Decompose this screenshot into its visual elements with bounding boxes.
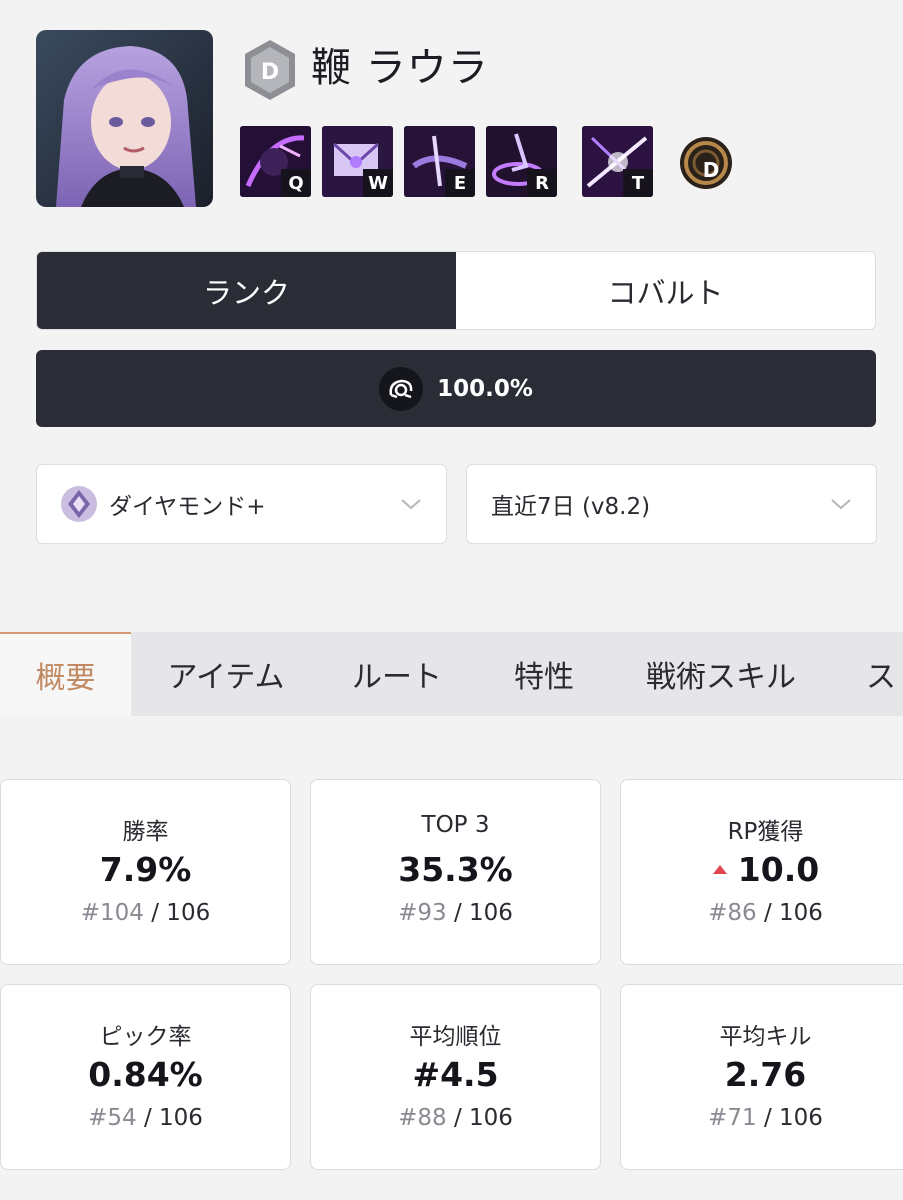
stat-label: 平均順位 <box>409 1024 502 1050</box>
chevron-down-icon <box>401 499 421 510</box>
stat-value: #4.5 <box>412 1055 499 1094</box>
stat-value: 10.0 <box>621 850 903 889</box>
tier-badge-icon: D <box>242 38 298 102</box>
tab-overview[interactable]: 概要 <box>0 632 131 716</box>
skill-e-icon[interactable]: E <box>404 126 475 197</box>
character-portrait <box>36 30 213 207</box>
stat-card-avg-kills: 平均キル 2.76 #71 / 106 <box>620 984 903 1170</box>
tab-route[interactable]: ルート <box>336 632 458 716</box>
skill-row: Q W E R T D <box>240 126 760 198</box>
section-tabs: 概要 アイテム ルート 特性 戦術スキル ス <box>0 632 903 716</box>
stat-value: 7.9% <box>99 850 192 889</box>
stat-value: 2.76 <box>724 1055 807 1094</box>
tab-items[interactable]: アイテム <box>150 632 302 716</box>
stat-label: TOP 3 <box>421 812 490 838</box>
period-value: 直近7日 (v8.2) <box>491 494 651 520</box>
stat-label: ピック率 <box>99 1024 192 1050</box>
weapon-letter: D <box>702 158 720 182</box>
skill-key: Q <box>281 169 311 197</box>
skill-q-icon[interactable]: Q <box>240 126 311 197</box>
tier-letter: D <box>261 60 279 85</box>
stat-value: 35.3% <box>398 850 513 889</box>
chevron-down-icon <box>831 499 851 510</box>
stat-card-winrate: 勝率 7.9% #104 / 106 <box>0 779 291 965</box>
character-name: 鞭 ラウラ <box>311 45 489 91</box>
skill-r-icon[interactable]: R <box>486 126 557 197</box>
trend-up-icon <box>712 865 727 874</box>
stat-card-top3: TOP 3 35.3% #93 / 106 <box>310 779 601 965</box>
rank-tier-value: ダイヤモンド+ <box>109 494 266 520</box>
stat-label: RP獲得 <box>727 819 804 845</box>
mode-rank-button[interactable]: ランク <box>37 252 456 329</box>
server-filter-icon <box>379 366 424 411</box>
weapon-mastery-icon[interactable]: D <box>680 137 732 189</box>
tab-traits[interactable]: 特性 <box>494 632 594 716</box>
skill-key: W <box>363 169 393 197</box>
stat-rank: #86 / 106 <box>708 900 823 926</box>
tab-tactical-skill[interactable]: 戦術スキル <box>630 632 812 716</box>
skill-key: R <box>527 169 557 197</box>
mode-cobalt-button[interactable]: コバルト <box>456 252 875 329</box>
skill-w-icon[interactable]: W <box>322 126 393 197</box>
server-filter-button[interactable]: 100.0% <box>36 350 876 427</box>
period-dropdown[interactable]: 直近7日 (v8.2) <box>466 464 877 544</box>
stat-value: 0.84% <box>88 1055 203 1094</box>
stat-rank: #88 / 106 <box>398 1105 513 1131</box>
mode-toggle: ランク コバルト <box>36 251 876 330</box>
diamond-rank-icon <box>61 486 97 522</box>
stat-rank: #93 / 106 <box>398 900 513 926</box>
stat-rank: #54 / 106 <box>88 1105 203 1131</box>
stat-label: 平均キル <box>719 1024 812 1050</box>
skill-key: T <box>623 169 653 197</box>
filter-percent: 100.0% <box>437 375 533 402</box>
stat-rank: #71 / 106 <box>708 1105 823 1131</box>
skill-key: E <box>445 169 475 197</box>
rank-tier-dropdown[interactable]: ダイヤモンド+ <box>36 464 447 544</box>
passive-t-icon[interactable]: T <box>582 126 653 197</box>
stat-card-rp-gain: RP獲得 10.0 #86 / 106 <box>620 779 903 965</box>
stat-card-avg-placement: 平均順位 #4.5 #88 / 106 <box>310 984 601 1170</box>
stat-rank: #104 / 106 <box>80 900 211 926</box>
stat-label: 勝率 <box>122 819 169 845</box>
tab-more[interactable]: ス <box>850 632 903 716</box>
stat-card-pickrate: ピック率 0.84% #54 / 106 <box>0 984 291 1170</box>
